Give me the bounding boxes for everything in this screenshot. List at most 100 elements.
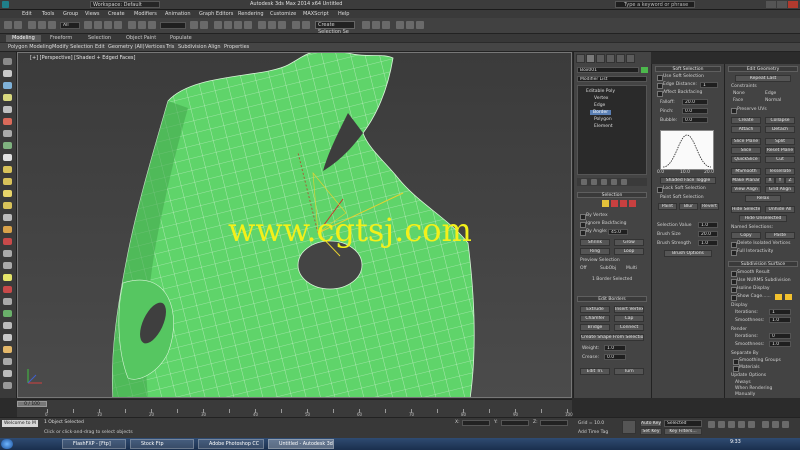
layer-manager-icon[interactable] — [292, 21, 300, 29]
reference-coordinate-dropdown[interactable] — [160, 22, 186, 29]
brush-options-button[interactable]: Brush Options — [664, 250, 712, 257]
tool-icon[interactable] — [3, 58, 12, 65]
motion-tab-icon[interactable] — [606, 54, 615, 63]
object-color-swatch[interactable] — [641, 67, 648, 73]
preview-multi-radio[interactable]: Multi — [626, 266, 637, 271]
maximize-button[interactable] — [777, 1, 787, 8]
collapse-button[interactable]: Collapse — [765, 117, 795, 124]
menu-create[interactable]: Create — [108, 11, 125, 17]
cap-button[interactable]: Cap — [614, 315, 644, 322]
stack-item-border[interactable]: Border — [590, 110, 612, 115]
app-logo-icon[interactable] — [2, 1, 9, 8]
search-input[interactable]: Type a keyword or phrase — [615, 1, 695, 8]
menu-modifiers[interactable]: Modifiers — [134, 11, 157, 17]
next-frame-icon[interactable] — [738, 421, 745, 428]
tool-icon[interactable] — [3, 190, 12, 197]
tab-populate[interactable]: Populate — [164, 35, 198, 42]
planar-x-button[interactable]: X — [765, 177, 775, 184]
constraint-face-radio[interactable]: Face — [733, 98, 743, 103]
workspace-dropdown[interactable]: Workspace: Default — [90, 1, 160, 8]
extrude-button[interactable]: Extrude — [580, 306, 610, 313]
tool-icon[interactable] — [3, 166, 12, 173]
tool-icon[interactable] — [3, 142, 12, 149]
menu-maxscript[interactable]: MAXScript — [303, 11, 329, 17]
selection-rollout-header[interactable]: Selection — [577, 192, 647, 198]
x-coordinate-field[interactable] — [462, 420, 490, 426]
graphite-toggle-icon[interactable] — [302, 21, 310, 29]
turn-button[interactable]: Turn — [614, 368, 644, 375]
key-filters-button[interactable]: Key Filters... — [664, 428, 702, 435]
window-crossing-icon[interactable] — [114, 21, 122, 29]
shaded-face-toggle-button[interactable]: Shaded Face Toggle — [660, 177, 716, 184]
ring-button[interactable]: Ring — [580, 248, 610, 255]
tool-icon[interactable] — [3, 178, 12, 185]
menu-graph-editors[interactable]: Graph Editors — [199, 11, 233, 17]
bridge-button[interactable]: Bridge — [580, 324, 610, 331]
tool-icon[interactable] — [3, 94, 12, 101]
panel-subdivision[interactable]: Subdivision — [178, 44, 207, 50]
pivot-center-icon[interactable] — [190, 21, 198, 29]
utilities-tab-icon[interactable] — [626, 54, 635, 63]
hierarchy-tab-icon[interactable] — [596, 54, 605, 63]
pinch-spinner[interactable]: 0.0 — [682, 108, 708, 114]
taskbar-item-photoshop[interactable]: Adobe Photoshop CC — [198, 439, 264, 449]
subdivision-surface-header[interactable]: Subdivision Surface — [728, 261, 798, 267]
close-button[interactable] — [788, 1, 798, 8]
selection-region-icon[interactable] — [104, 21, 112, 29]
object-name-field[interactable]: Box001 — [577, 67, 639, 73]
create-shape-button[interactable]: Create Shape From Selection — [580, 334, 644, 341]
bubble-spinner[interactable]: 0.0 — [682, 117, 708, 123]
go-to-start-icon[interactable] — [708, 421, 715, 428]
y-coordinate-field[interactable] — [501, 420, 529, 426]
maxscript-listener[interactable]: Welcome to M — [2, 420, 38, 427]
make-planar-button[interactable]: Make Planar — [731, 177, 761, 184]
copy-button[interactable]: Copy — [731, 232, 761, 239]
schematic-view-icon[interactable] — [372, 21, 380, 29]
repeat-last-button[interactable]: Repeat Last — [735, 75, 791, 82]
menu-animation[interactable]: Animation — [165, 11, 191, 17]
go-to-end-icon[interactable] — [748, 421, 755, 428]
tool-icon[interactable] — [3, 118, 12, 125]
revert-button[interactable]: Revert — [700, 203, 719, 210]
set-key-button[interactable]: Set Key — [640, 428, 662, 435]
grid-align-button[interactable]: Grid Align — [765, 186, 795, 193]
panel-properties[interactable]: Properties — [224, 44, 249, 50]
create-tab-icon[interactable] — [576, 54, 585, 63]
render-setup-icon[interactable] — [396, 21, 404, 29]
link-icon[interactable] — [28, 21, 36, 29]
brush-strength-spinner[interactable]: 1.0 — [698, 240, 718, 246]
move-icon[interactable] — [128, 21, 136, 29]
tool-icon[interactable] — [3, 334, 12, 341]
bind-space-warp-icon[interactable] — [48, 21, 56, 29]
update-when-rendering-radio[interactable]: When Rendering — [735, 386, 772, 391]
hide-selected-button[interactable]: Hide Selected — [731, 206, 761, 213]
unlink-icon[interactable] — [38, 21, 46, 29]
attach-button[interactable]: Attach — [731, 126, 761, 133]
falloff-spinner[interactable]: 20.0 — [682, 99, 708, 105]
tab-freeform[interactable]: Freeform — [44, 35, 78, 42]
msmooth-button[interactable]: MSmooth — [731, 168, 761, 175]
menu-rendering[interactable]: Rendering — [238, 11, 264, 17]
align-icon[interactable] — [278, 21, 286, 29]
start-button-icon[interactable] — [1, 439, 13, 449]
select-by-name-icon[interactable] — [94, 21, 102, 29]
selection-value-spinner[interactable]: 1.0 — [698, 222, 718, 228]
planar-y-button[interactable]: Y — [775, 177, 785, 184]
slice-plane-button[interactable]: Slice Plane — [731, 138, 761, 145]
panel-modify-selection[interactable]: Modify Selection — [52, 44, 93, 50]
time-slider[interactable]: 0 / 100 — [17, 401, 47, 407]
panel-edit[interactable]: Edit — [95, 44, 105, 50]
modifier-stack[interactable]: Editable Poly Vertex Edge Border Polygon… — [577, 85, 647, 175]
auto-key-button[interactable]: Auto Key — [640, 420, 662, 427]
weight-spinner[interactable]: 1.0 — [604, 345, 626, 351]
edit-geometry-header[interactable]: Edit Geometry — [728, 66, 798, 72]
tool-icon[interactable] — [3, 262, 12, 269]
select-object-icon[interactable] — [84, 21, 92, 29]
orbit-icon[interactable] — [782, 421, 789, 428]
cage-color-swatch-1[interactable] — [775, 294, 782, 300]
tool-icon[interactable] — [3, 106, 12, 113]
scale-icon[interactable] — [148, 21, 156, 29]
quickslice-button[interactable]: QuickSlice — [731, 156, 761, 163]
edge-distance-spinner[interactable]: 1 — [700, 82, 718, 88]
slice-button[interactable]: Slice — [731, 147, 761, 154]
